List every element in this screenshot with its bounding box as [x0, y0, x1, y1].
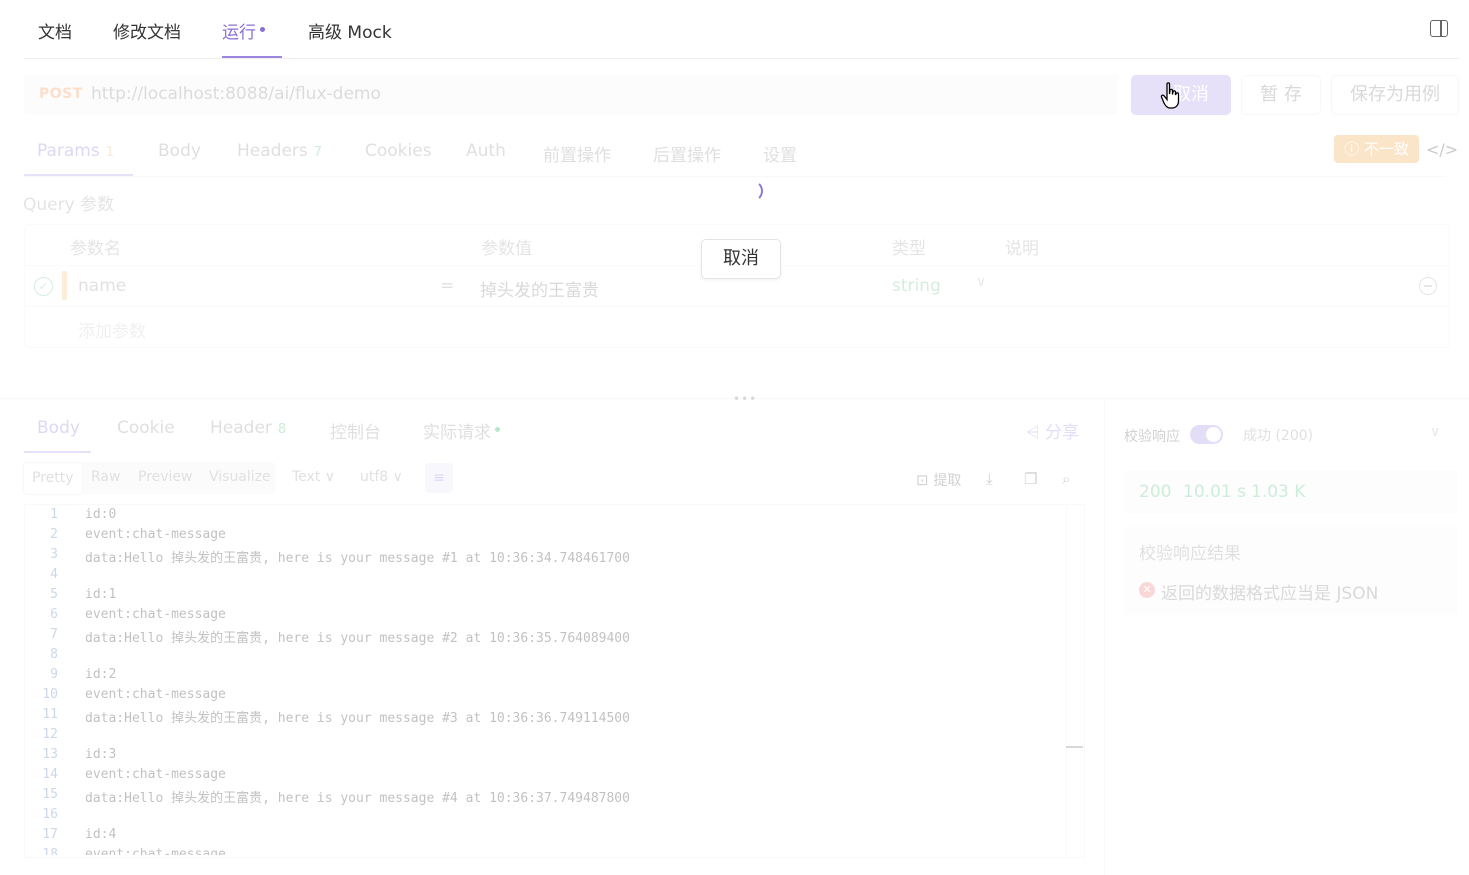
code-line: data:Hello 掉头发的王富贵, here is your message…	[85, 631, 630, 646]
code-line: id:3	[85, 747, 117, 762]
code-line: id:4	[85, 827, 117, 842]
error-icon: ✕	[1139, 582, 1155, 598]
line-number: 17	[42, 827, 58, 842]
scrollbar-thumb[interactable]	[1066, 746, 1083, 748]
line-number: 6	[50, 607, 58, 622]
code-line: event:chat-message	[85, 767, 226, 782]
line-number: 10	[42, 687, 58, 702]
code-line: id:1	[85, 587, 117, 602]
line-number: 16	[42, 807, 58, 822]
line-number: 3	[50, 547, 58, 562]
line-number: 11	[42, 707, 58, 722]
chevron-down-icon[interactable]: ∨	[1430, 424, 1440, 440]
line-number: 15	[42, 787, 58, 802]
line-number: 9	[50, 667, 58, 682]
code-line: id:0	[85, 507, 117, 522]
response-size: 1.03 K	[1251, 482, 1306, 502]
validate-label: 校验响应	[1124, 429, 1180, 445]
line-number: 8	[50, 647, 58, 662]
hand-cursor-icon	[1160, 82, 1180, 109]
line-number: 13	[42, 747, 58, 762]
vertical-divider	[1104, 400, 1105, 875]
code-line: event:chat-message	[85, 847, 226, 855]
line-number: 2	[50, 527, 58, 542]
status-code: 200	[1139, 482, 1172, 502]
line-number: 12	[42, 727, 58, 742]
line-number: 1	[50, 507, 58, 522]
code-line: data:Hello 掉头发的王富贵, here is your message…	[85, 711, 630, 726]
validation-result-title: 校验响应结果	[1139, 544, 1241, 564]
cancel-request-button[interactable]: 取消	[701, 239, 781, 279]
validate-toggle[interactable]	[1190, 425, 1223, 444]
code-line: event:chat-message	[85, 687, 226, 702]
code-line: event:chat-message	[85, 607, 226, 622]
line-number: 7	[50, 627, 58, 642]
code-line: id:2	[85, 667, 117, 682]
loading-spinner-icon	[741, 180, 763, 202]
editor-scrollbar[interactable]	[1066, 506, 1083, 856]
validation-error: 返回的数据格式应当是 JSON	[1161, 584, 1379, 604]
code-line: data:Hello 掉头发的王富贵, here is your message…	[85, 551, 630, 566]
line-number: 14	[42, 767, 58, 782]
status-select[interactable]: 成功 (200)	[1243, 425, 1313, 445]
code-line: data:Hello 掉头发的王富贵, here is your message…	[85, 791, 630, 806]
response-time: 10.01 s	[1183, 482, 1246, 502]
line-number: 18	[42, 847, 58, 855]
line-number: 4	[50, 567, 58, 582]
line-number: 5	[50, 587, 58, 602]
code-line: event:chat-message	[85, 527, 226, 542]
